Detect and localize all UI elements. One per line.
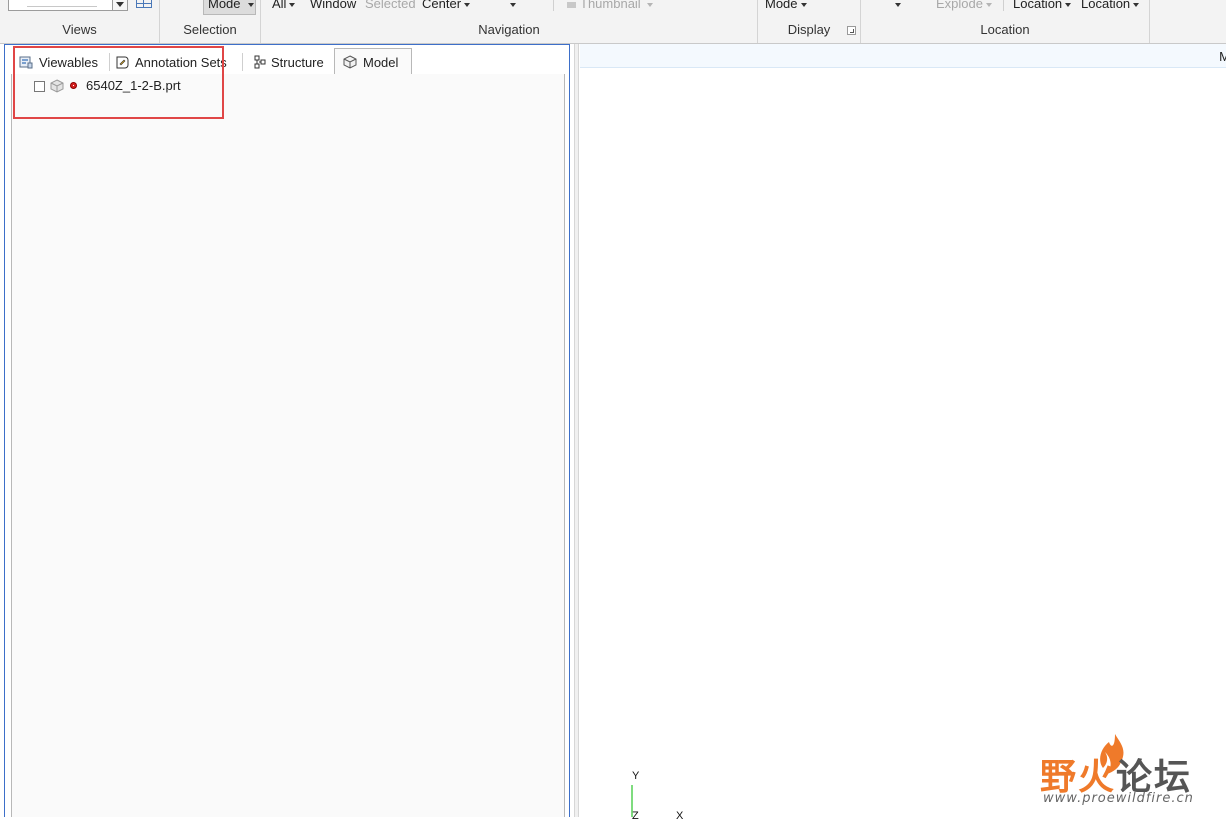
view-grid-icon[interactable]: [136, 0, 152, 8]
chevron-down-icon: [289, 2, 296, 7]
nav-more-dropdown[interactable]: [507, 0, 516, 11]
watermark-url: www.proewildfire.cn: [1043, 791, 1194, 806]
tab-model[interactable]: Model: [334, 48, 412, 75]
thumbnail-label: Thumbnail: [580, 0, 641, 11]
model-tree: 6540Z_1-2-B.prt: [11, 74, 565, 817]
tab-divider: [242, 53, 243, 71]
structure-icon: [254, 55, 266, 69]
display-mode-label: Mode: [765, 0, 798, 11]
tab-structure-label: Structure: [271, 55, 324, 70]
selection-group-label: Selection: [183, 22, 237, 37]
tab-model-label: Model: [363, 55, 399, 70]
chevron-down-icon: [895, 2, 901, 7]
chevron-down-icon: [464, 2, 471, 7]
model-cube-icon: [343, 55, 357, 69]
nav-center-label: Center: [422, 0, 462, 11]
location-group: Explode Location Location Location: [861, 0, 1150, 43]
location-button-2[interactable]: Location: [1081, 0, 1140, 11]
nav-all-button[interactable]: All: [272, 0, 296, 11]
chevron-down-icon: [985, 2, 992, 7]
thumbnail-button[interactable]: Thumbnail: [567, 0, 653, 11]
highlight-box: [13, 46, 224, 119]
viewport-header: M: [580, 44, 1226, 68]
explode-button[interactable]: Explode: [936, 0, 992, 11]
chevron-down-icon: [248, 3, 254, 7]
nav-center-button[interactable]: Center: [422, 0, 471, 11]
panel-splitter[interactable]: [574, 44, 579, 817]
navigation-group: All Window Selected Center Thumbnail Nav…: [261, 0, 758, 43]
tab-structure[interactable]: Structure: [247, 49, 333, 74]
saved-view-dropdown-button[interactable]: [112, 0, 128, 11]
chevron-down-icon: [1133, 2, 1140, 7]
saved-view-combo[interactable]: [8, 0, 128, 11]
chevron-down-icon: [800, 2, 807, 7]
location-label-2: Location: [1081, 0, 1131, 11]
explode-label: Explode: [936, 0, 983, 11]
location-label-1: Location: [1013, 0, 1063, 11]
location-button-1[interactable]: Location: [1013, 0, 1072, 11]
ribbon: Views Mode Selection All Window Selected…: [0, 0, 1226, 44]
axis-x-label: X: [676, 810, 684, 822]
display-dialog-launcher-icon[interactable]: [847, 26, 856, 35]
display-group: Mode Display: [758, 0, 861, 43]
selection-mode-button[interactable]: Mode: [203, 0, 256, 15]
selection-mode-label: Mode: [208, 0, 241, 11]
nav-selected-button[interactable]: Selected: [365, 0, 416, 11]
chevron-down-icon: [1065, 2, 1072, 7]
navigation-group-label: Navigation: [478, 22, 540, 37]
left-panel: Viewables Annotation Sets Structure Mode…: [4, 44, 570, 817]
location-group-label: Location: [980, 22, 1030, 37]
axis-y-label: Y: [632, 770, 640, 782]
thumbnail-icon: [567, 2, 576, 8]
display-mode-button[interactable]: Mode: [765, 0, 807, 11]
chevron-down-icon: [510, 2, 516, 7]
nav-window-button[interactable]: Window: [310, 0, 356, 11]
3d-viewport[interactable]: M Y Z X: [580, 44, 1226, 822]
location-separator: [1003, 0, 1004, 11]
location-more-dropdown[interactable]: [892, 0, 901, 11]
views-group: Views: [0, 0, 160, 43]
views-group-label: Views: [62, 22, 97, 37]
nav-separator: [553, 0, 554, 11]
viewport-header-text: M: [1219, 49, 1226, 64]
display-group-label: Display: [787, 22, 831, 37]
chevron-down-icon: [646, 2, 653, 7]
axis-z-label: Z: [632, 810, 639, 822]
selection-group: Mode Selection: [160, 0, 261, 43]
nav-all-label: All: [272, 0, 287, 11]
